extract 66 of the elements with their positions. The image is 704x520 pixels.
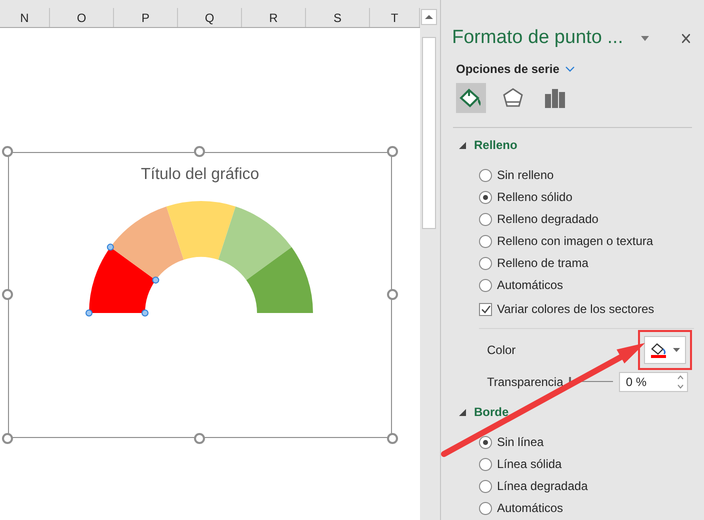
checkbox[interactable]	[479, 302, 492, 316]
resize-handle[interactable]	[387, 289, 398, 300]
up-arrow-icon	[424, 15, 432, 19]
radio-button[interactable]	[479, 256, 492, 270]
transparency-label: Transparencia	[487, 374, 563, 391]
resize-handle[interactable]	[2, 289, 13, 300]
option-label: Relleno sólido	[497, 189, 572, 206]
radio-button[interactable]	[479, 168, 492, 182]
gauge-segment[interactable]	[218, 206, 292, 280]
pane-title: Formato de punto ...	[452, 26, 624, 50]
chart-title: Título del gráfico	[140, 165, 260, 185]
caret-icon	[672, 348, 680, 352]
checkbox-label: Variar colores de los sectores	[497, 301, 654, 318]
option-label: Línea sólida	[497, 456, 562, 473]
gauge-segment[interactable]	[110, 206, 184, 280]
column-header[interactable]: R	[242, 8, 306, 27]
paint-bucket-icon	[650, 342, 666, 358]
column-header[interactable]: S	[306, 8, 370, 27]
chevron-down-icon[interactable]	[565, 66, 576, 72]
pentagon-icon	[502, 87, 524, 109]
spinner-icon[interactable]	[677, 375, 684, 389]
column-header[interactable]: Q	[178, 8, 242, 27]
option-label: Automáticos	[497, 500, 564, 517]
option-label: Sin relleno	[497, 167, 554, 184]
column-header[interactable]: N	[0, 8, 50, 27]
resize-handle[interactable]	[387, 433, 398, 444]
radio-button[interactable]	[479, 234, 492, 248]
paint-bucket-icon	[459, 87, 483, 109]
radio-button[interactable]	[479, 212, 492, 226]
column-header[interactable]: P	[114, 8, 178, 27]
radio-button[interactable]	[479, 436, 492, 448]
gauge-segment[interactable]	[166, 201, 236, 260]
format-tab[interactable]	[456, 83, 486, 113]
expand-triangle-icon[interactable]	[459, 142, 466, 148]
expand-triangle-icon[interactable]	[459, 408, 466, 416]
resize-handle[interactable]	[2, 146, 13, 157]
option-label: Relleno degradado	[497, 211, 598, 228]
resize-handle[interactable]	[194, 146, 205, 157]
radio-button[interactable]	[479, 458, 492, 470]
transparency-field[interactable]: 0 %	[618, 372, 688, 392]
color-label: Color	[487, 342, 516, 359]
column-header[interactable]: T	[370, 8, 420, 27]
section-title: Borde	[474, 404, 509, 421]
column-header[interactable]: O	[50, 8, 114, 27]
chart-area[interactable]: Título del gráfico	[8, 152, 392, 438]
radio-button[interactable]	[479, 480, 492, 492]
resize-handle[interactable]	[194, 433, 205, 444]
option-label: Relleno con imagen o textura	[497, 233, 654, 250]
option-label: Automáticos	[497, 277, 564, 294]
scroll-thumb[interactable]	[422, 37, 436, 229]
close-icon[interactable]	[682, 34, 690, 42]
gauge-segment[interactable]	[246, 247, 313, 313]
resize-handle[interactable]	[387, 146, 398, 157]
option-label: Sin línea	[497, 434, 544, 451]
resize-handle[interactable]	[2, 433, 13, 444]
scroll-up-button[interactable]	[420, 9, 436, 25]
bar-chart-icon	[544, 88, 566, 108]
series-options-label[interactable]: Opciones de serie	[456, 60, 560, 78]
option-label: Línea degradada	[497, 478, 588, 495]
section-title: Relleno	[474, 137, 518, 154]
fill-color-button[interactable]	[644, 336, 686, 364]
caret-icon[interactable]	[641, 36, 650, 40]
radio-button[interactable]	[479, 278, 492, 292]
option-label: Relleno de trama	[497, 255, 588, 272]
radio-button[interactable]	[479, 190, 492, 204]
radio-button[interactable]	[479, 502, 492, 514]
